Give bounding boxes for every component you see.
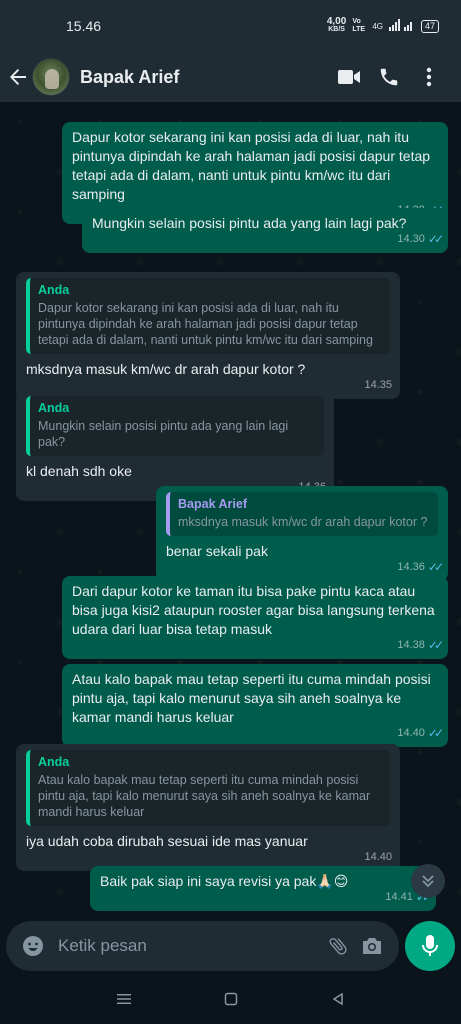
status-icons: 4,00 KB/S Vo LTE 4G 47 [326, 16, 439, 34]
read-ticks-icon: ✓✓ [427, 560, 444, 574]
camera-button[interactable] [355, 929, 389, 963]
attach-button[interactable] [321, 929, 355, 963]
video-camera-icon [338, 70, 360, 84]
quoted-author: Anda [38, 401, 70, 415]
message-time: 14.40 [364, 851, 392, 863]
message-meta: 14.35 [364, 376, 392, 395]
message-meta: 14.40 [364, 848, 392, 867]
message-bubble-outgoing[interactable]: Mungkin selain posisi pintu ada yang lai… [82, 208, 448, 253]
quoted-author: Anda [38, 283, 70, 297]
message-time: 14.30 [397, 233, 425, 245]
emoji-icon [23, 936, 43, 956]
message-text: iya udah coba dirubah sesuai ide mas yan… [26, 833, 308, 849]
emoji-button[interactable] [16, 929, 50, 963]
camera-icon [363, 938, 381, 954]
quoted-text: Mungkin selain posisi pintu ada yang lai… [38, 419, 289, 449]
read-ticks-icon: ✓✓ [427, 726, 444, 740]
message-text: Mungkin selain posisi pintu ada yang lai… [92, 215, 407, 231]
status-bar: 15.46 4,00 KB/S Vo LTE 4G 47 [0, 0, 461, 52]
kebab-menu-icon [426, 67, 432, 87]
quoted-author: Bapak Arief [178, 497, 248, 511]
quoted-text: mksdnya masuk km/wc dr arah dapur kotor … [178, 515, 428, 529]
quoted-message[interactable]: Anda Dapur kotor sekarang ini kan posisi… [26, 278, 390, 354]
message-input[interactable] [58, 936, 321, 956]
status-time: 15.46 [66, 18, 102, 34]
message-time: 14.35 [364, 379, 392, 391]
message-time: 14.40 [397, 727, 425, 739]
message-bubble-outgoing[interactable]: Dari dapur kotor ke taman itu bisa pake … [62, 576, 448, 659]
message-meta: 14.36 ✓✓ [397, 558, 444, 577]
quoted-author: Anda [38, 755, 70, 769]
quoted-message[interactable]: Anda Mungkin selain posisi pintu ada yan… [26, 396, 324, 456]
message-bubble-incoming[interactable]: Anda Dapur kotor sekarang ini kan posisi… [16, 272, 400, 399]
voice-record-button[interactable] [405, 921, 455, 971]
contact-avatar[interactable] [32, 58, 70, 96]
quoted-message[interactable]: Anda Atau kalo bapak mau tetap seperti i… [26, 750, 390, 826]
signal-4g-label: 4G [372, 21, 383, 31]
message-meta: 14.40 ✓✓ [397, 724, 444, 743]
contact-name[interactable]: Bapak Arief [80, 67, 329, 88]
message-input-box[interactable] [6, 921, 399, 971]
volte-indicator: Vo LTE [352, 18, 366, 33]
message-bubble-outgoing[interactable]: Atau kalo bapak mau tetap seperti itu cu… [62, 664, 448, 747]
quoted-message[interactable]: Bapak Arief mksdnya masuk km/wc dr arah … [166, 492, 438, 536]
chat-header: Bapak Arief [0, 52, 461, 102]
message-meta: 14.30 ✓✓ [397, 230, 444, 249]
message-text: Baik pak siap ini saya revisi ya pak🙏🏻😊 [100, 873, 349, 889]
read-ticks-icon: ✓✓ [427, 638, 444, 652]
phone-icon [380, 68, 398, 86]
signal-icon [388, 19, 415, 33]
read-ticks-icon: ✓✓ [427, 232, 444, 246]
more-options-button[interactable] [409, 57, 449, 97]
video-call-button[interactable] [329, 57, 369, 97]
back-arrow-icon[interactable] [6, 65, 30, 89]
paperclip-icon [329, 938, 347, 955]
voice-call-button[interactable] [369, 57, 409, 97]
scroll-to-bottom-button[interactable] [411, 864, 445, 898]
quoted-text: Atau kalo bapak mau tetap seperti itu cu… [38, 773, 371, 819]
message-bubble-incoming[interactable]: Anda Atau kalo bapak mau tetap seperti i… [16, 744, 400, 871]
message-text: kl denah sdh oke [26, 463, 132, 479]
net-speed: 4,00 KB/S [326, 16, 347, 34]
message-text: mksdnya masuk km/wc dr arah dapur kotor … [26, 361, 306, 377]
recents-menu-icon[interactable] [109, 984, 139, 1014]
double-chevron-down-icon [422, 875, 434, 888]
quoted-text: Dapur kotor sekarang ini kan posisi ada … [38, 301, 373, 347]
message-text: Atau kalo bapak mau tetap seperti itu cu… [72, 671, 431, 725]
message-text: Dapur kotor sekarang ini kan posisi ada … [72, 129, 431, 202]
message-time: 14.38 [397, 639, 425, 651]
microphone-icon [422, 935, 438, 956]
battery-icon: 47 [420, 19, 439, 33]
message-bubble-outgoing[interactable]: Baik pak siap ini saya revisi ya pak🙏🏻😊 … [90, 866, 436, 911]
message-time: 14.36 [397, 561, 425, 573]
message-meta: 14.38 ✓✓ [397, 636, 444, 655]
message-bubble-outgoing[interactable]: Bapak Arief mksdnya masuk km/wc dr arah … [156, 486, 448, 581]
back-triangle-icon[interactable] [323, 984, 353, 1014]
message-text: Dari dapur kotor ke taman itu bisa pake … [72, 583, 435, 637]
message-bubble-incoming[interactable]: Anda Mungkin selain posisi pintu ada yan… [16, 390, 334, 501]
chat-message-list[interactable]: Dapur kotor sekarang ini kan posisi ada … [0, 102, 461, 918]
message-time: 14.41 [385, 891, 413, 903]
home-square-icon[interactable] [216, 984, 246, 1014]
system-navigation-bar [0, 974, 461, 1024]
composer [0, 918, 461, 974]
